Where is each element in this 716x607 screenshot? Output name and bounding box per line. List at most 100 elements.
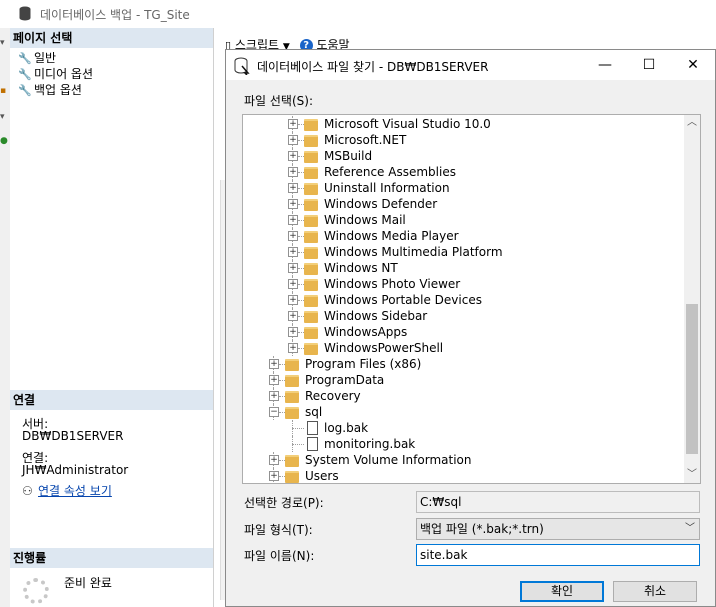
background-title-bar: 데이터베이스 백업 - TG_Site xyxy=(0,0,716,28)
connection-header: 연결 xyxy=(10,390,213,410)
maximize-button[interactable]: ☐ xyxy=(627,50,671,80)
folder-icon xyxy=(304,215,318,227)
expand-icon[interactable]: + xyxy=(269,455,279,465)
tree-file-item[interactable]: monitoring.bak xyxy=(243,436,683,452)
expand-icon[interactable]: + xyxy=(288,199,298,209)
folder-icon xyxy=(304,343,318,355)
expand-icon[interactable]: + xyxy=(288,151,298,161)
collapse-icon[interactable]: − xyxy=(269,407,279,417)
folder-icon xyxy=(304,247,318,259)
locate-database-file-dialog: 데이터베이스 파일 찾기 - DB₩DB1SERVER — ☐ ✕ 파일 선택(… xyxy=(225,49,716,607)
tree-folder-item[interactable]: + Uninstall Information xyxy=(243,180,683,196)
tree-item-label: monitoring.bak xyxy=(324,437,416,451)
folder-icon xyxy=(304,183,318,195)
page-item-general[interactable]: 🔧 일반 xyxy=(18,50,56,66)
page-select-panel xyxy=(10,28,214,607)
tree-folder-item[interactable]: + Microsoft.NET xyxy=(243,132,683,148)
folder-icon xyxy=(304,311,318,323)
wrench-icon: 🔧 xyxy=(18,52,32,65)
expand-icon[interactable]: + xyxy=(288,119,298,129)
folder-icon xyxy=(304,327,318,339)
expand-icon[interactable]: + xyxy=(269,359,279,369)
expand-icon[interactable]: + xyxy=(269,375,279,385)
page-item-backup-options[interactable]: 🔧 백업 옵션 xyxy=(18,82,82,98)
file-name-label: 파일 이름(N): xyxy=(244,549,315,563)
tree-folder-item[interactable]: + Windows NT xyxy=(243,260,683,276)
tree-item-label: log.bak xyxy=(324,421,369,435)
expand-icon[interactable]: + xyxy=(269,391,279,401)
tree-folder-item[interactable]: + Windows Sidebar xyxy=(243,308,683,324)
cancel-button[interactable]: 취소 xyxy=(613,581,697,602)
expand-icon[interactable]: + xyxy=(288,311,298,321)
tree-file-item[interactable]: log.bak xyxy=(243,420,683,436)
expand-icon[interactable]: + xyxy=(288,183,298,193)
folder-icon xyxy=(285,455,299,467)
tree-item-label: Program Files (x86) xyxy=(305,357,422,371)
tree-folder-item[interactable]: + Microsoft Visual Studio 10.0 xyxy=(243,116,683,132)
select-file-label: 파일 선택(S): xyxy=(244,94,313,108)
expand-icon[interactable]: + xyxy=(288,263,298,273)
tree-item-label: Windows Photo Viewer xyxy=(324,277,461,291)
connection-value: JH₩Administrator xyxy=(22,463,129,477)
expand-icon[interactable]: + xyxy=(288,167,298,177)
expand-icon[interactable]: + xyxy=(288,295,298,305)
expand-icon[interactable]: + xyxy=(288,215,298,225)
expand-icon[interactable]: + xyxy=(288,279,298,289)
expand-icon[interactable]: + xyxy=(288,343,298,353)
tree-folder-item[interactable]: − sql xyxy=(243,404,683,420)
close-button[interactable]: ✕ xyxy=(671,50,715,80)
tree-folder-item[interactable]: + WindowsPowerShell xyxy=(243,340,683,356)
tree-folder-item[interactable]: + MSBuild xyxy=(243,148,683,164)
tree-item-label: Windows Sidebar xyxy=(324,309,428,323)
edge-fragment: ▾ xyxy=(0,112,5,122)
tree-item-label: Users xyxy=(305,469,339,483)
tree-folder-item[interactable]: + Reference Assemblies xyxy=(243,164,683,180)
file-name-input[interactable]: site.bak xyxy=(416,544,700,566)
tree-item-label: Microsoft Visual Studio 10.0 xyxy=(324,117,491,131)
tree-folder-item[interactable]: + Windows Photo Viewer xyxy=(243,276,683,292)
tree-guide-line xyxy=(292,444,304,445)
page-item-label: 일반 xyxy=(34,51,57,65)
tree-folder-item[interactable]: + ProgramData xyxy=(243,372,683,388)
folder-icon xyxy=(285,359,299,371)
file-type-dropdown[interactable]: 백업 파일 (*.bak;*.trn) ﹀ xyxy=(416,518,700,540)
tree-folder-item[interactable]: + Windows Multimedia Platform xyxy=(243,244,683,260)
chevron-down-icon: ﹀ xyxy=(685,523,695,534)
tree-folder-item[interactable]: + Recovery xyxy=(243,388,683,404)
page-item-media-options[interactable]: 🔧 미디어 옵션 xyxy=(18,66,93,82)
tree-folder-item[interactable]: + Windows Portable Devices xyxy=(243,292,683,308)
progress-header: 진행률 xyxy=(10,548,213,568)
file-icon xyxy=(307,421,318,435)
ok-button[interactable]: 확인 xyxy=(520,581,604,602)
file-tree[interactable]: + Microsoft Visual Studio 10.0 + Microsoft.… xyxy=(242,114,701,484)
tree-item-label: Windows Media Player xyxy=(324,229,459,243)
file-type-value: 백업 파일 (*.bak;*.trn) xyxy=(420,522,544,536)
view-connection-properties-link[interactable]: 연결 속성 보기 xyxy=(38,484,112,498)
tree-item-label: Microsoft.NET xyxy=(324,133,407,147)
scrollbar-thumb[interactable] xyxy=(686,304,698,454)
tree-item-label: MSBuild xyxy=(324,149,373,163)
expand-icon[interactable]: + xyxy=(288,135,298,145)
expand-icon[interactable]: + xyxy=(288,327,298,337)
tree-folder-item[interactable]: + Users xyxy=(243,468,683,483)
tree-folder-item[interactable]: + Windows Mail xyxy=(243,212,683,228)
tree-folder-item[interactable]: + System Volume Information xyxy=(243,452,683,468)
folder-icon xyxy=(304,295,318,307)
folder-icon xyxy=(285,375,299,387)
tree-folder-item[interactable]: + WindowsApps xyxy=(243,324,683,340)
scroll-down-icon[interactable]: ﹀ xyxy=(684,467,700,483)
tree-folder-item[interactable]: + Program Files (x86) xyxy=(243,356,683,372)
minimize-button[interactable]: — xyxy=(583,50,627,80)
folder-icon xyxy=(304,167,318,179)
expand-icon[interactable]: + xyxy=(288,231,298,241)
tree-folder-item[interactable]: + Windows Defender xyxy=(243,196,683,212)
expand-icon[interactable]: + xyxy=(288,247,298,257)
database-icon xyxy=(19,6,31,21)
view-connection-properties[interactable]: ⚇ 연결 속성 보기 xyxy=(22,484,112,498)
tree-folder-item[interactable]: + Windows Media Player xyxy=(243,228,683,244)
tree-item-label: Windows Mail xyxy=(324,213,406,227)
dialog-title-bar: 데이터베이스 파일 찾기 - DB₩DB1SERVER — ☐ ✕ xyxy=(226,50,715,80)
scroll-up-icon[interactable]: ︿ xyxy=(684,115,700,131)
folder-icon xyxy=(304,231,318,243)
expand-icon[interactable]: + xyxy=(269,471,279,481)
